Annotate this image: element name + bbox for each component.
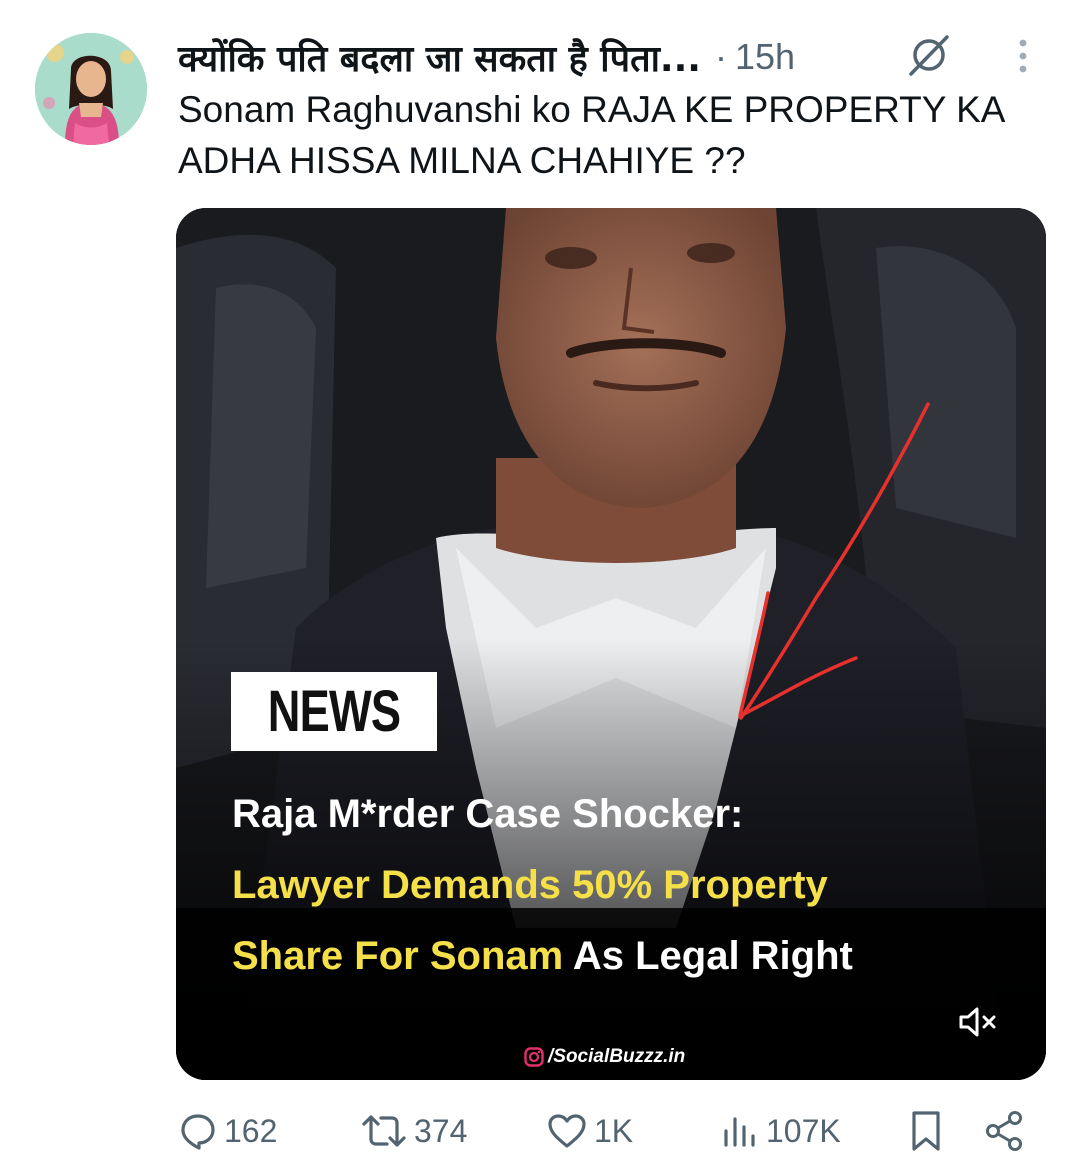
- reply-count: 162: [224, 1112, 278, 1149]
- source-watermark: /SocialBuzzz.in: [524, 1046, 685, 1068]
- repost-icon: [362, 1115, 406, 1147]
- headline-line-2: Lawyer Demands 50% Property: [232, 863, 828, 907]
- post-text: Sonam Raghuvanshi ko RAJA KE PROPERTY KA…: [178, 89, 1004, 181]
- views-button[interactable]: 107K: [720, 1105, 841, 1157]
- news-badge-label: NEWS: [267, 679, 401, 744]
- share-button[interactable]: [982, 1105, 1026, 1157]
- like-icon: [548, 1114, 586, 1148]
- views-icon: [724, 1117, 755, 1147]
- grok-icon[interactable]: [905, 32, 951, 78]
- headline-line-3-highlight: Share For Sonam: [232, 934, 564, 978]
- source-label: /SocialBuzzz.in: [548, 1046, 686, 1067]
- like-count: 1K: [594, 1112, 634, 1149]
- author-avatar[interactable]: [35, 33, 147, 145]
- views-count: 107K: [766, 1112, 841, 1149]
- bookmark-icon: [912, 1111, 940, 1151]
- repost-button[interactable]: 374: [360, 1105, 467, 1157]
- repost-count: 374: [414, 1112, 468, 1149]
- news-badge: NEWS: [231, 672, 437, 751]
- headline-line-1: Raja M*rder Case Shocker:: [232, 792, 744, 836]
- instagram-icon: [524, 1047, 544, 1067]
- mute-icon[interactable]: [958, 1005, 998, 1039]
- post-header: क्योंकि पति बदला जा सकता है पिता... · 15…: [178, 30, 795, 84]
- media-headline: Raja M*rder Case Shocker: Lawyer Demands…: [232, 779, 1032, 992]
- separator-dot: ·: [714, 36, 727, 77]
- bookmark-button[interactable]: [906, 1105, 946, 1157]
- share-icon: [986, 1111, 1022, 1151]
- post-media[interactable]: NEWS Raja M*rder Case Shocker: Lawyer De…: [176, 208, 1046, 1080]
- like-button[interactable]: 1K: [546, 1105, 633, 1157]
- action-bar: 162 374 1K 107K: [0, 1105, 1080, 1157]
- author-name[interactable]: क्योंकि पति बदला जा सकता है पिता...: [178, 33, 701, 82]
- reply-icon: [181, 1114, 215, 1150]
- headline-line-3: Share For Sonam As Legal Right: [232, 921, 1032, 992]
- post-time[interactable]: 15h: [735, 36, 795, 78]
- more-icon[interactable]: [1005, 36, 1041, 76]
- reply-button[interactable]: 162: [178, 1105, 277, 1157]
- headline-line-3-rest: As Legal Right: [563, 934, 853, 978]
